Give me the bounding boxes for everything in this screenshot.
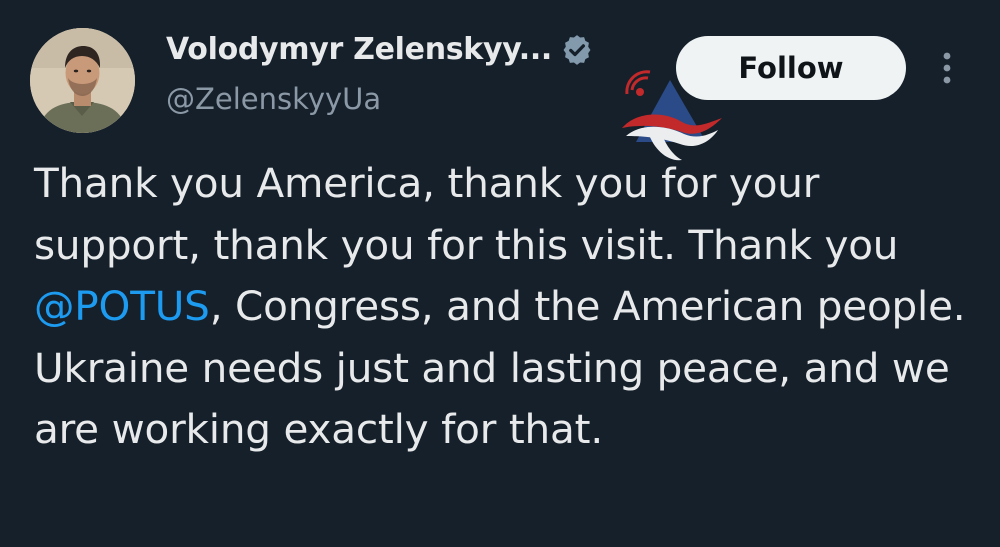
author-handle[interactable]: @ZelenskyyUa xyxy=(166,82,381,116)
tweet-card: Volodymyr Zelenskyy... @ZelenskyyUa Foll… xyxy=(0,0,1000,547)
more-vertical-icon[interactable] xyxy=(937,48,957,88)
mention-link-potus[interactable]: @POTUS xyxy=(34,282,210,330)
author-name-row: Volodymyr Zelenskyy... xyxy=(166,32,594,67)
tweet-text: Thank you America, thank you for your su… xyxy=(34,153,984,461)
author-display-name[interactable]: Volodymyr Zelenskyy... xyxy=(166,32,552,67)
tweet-text-segment: , Congress, and the American people. xyxy=(209,282,966,330)
author-avatar[interactable] xyxy=(30,28,135,133)
tweet-paragraph: Ukraine needs just and lasting peace, an… xyxy=(34,343,950,454)
tweet-text-segment: Thank you America, thank you for your su… xyxy=(34,159,899,269)
verified-badge-icon xyxy=(560,33,594,67)
tweet-paragraph: Thank you America, thank you for your su… xyxy=(34,153,984,338)
